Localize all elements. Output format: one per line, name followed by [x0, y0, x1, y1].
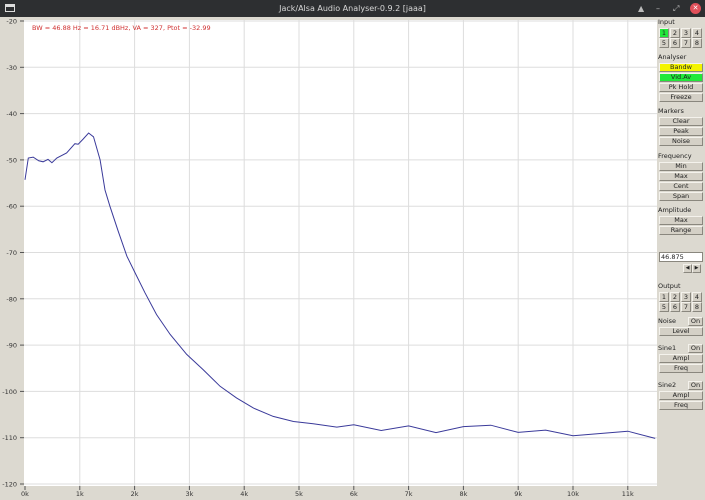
increment-arrow-icon[interactable]: ▶	[692, 264, 701, 273]
output-channel-8[interactable]: 8	[692, 302, 702, 312]
amplitude-range-button[interactable]: Range	[659, 226, 703, 235]
x-tick-label: 0k	[21, 490, 29, 498]
x-tick-label: 4k	[240, 490, 248, 498]
analyser-bandw-button[interactable]: Bandw	[659, 63, 703, 72]
x-tick-label: 10k	[567, 490, 579, 498]
input-channel-2[interactable]: 2	[670, 28, 680, 38]
y-tick-label: -70	[6, 249, 17, 257]
output-channel-6[interactable]: 6	[670, 302, 680, 312]
keep-above-icon[interactable]: ▲	[638, 3, 644, 14]
frequency-max-button[interactable]: Max	[659, 172, 703, 181]
y-tick-label: -50	[6, 156, 17, 164]
frequency-min-button[interactable]: Min	[659, 162, 703, 171]
minimize-icon[interactable]: –	[656, 3, 660, 14]
sine2-label: Sine2	[658, 381, 677, 389]
input-channel-1[interactable]: 1	[659, 28, 669, 38]
sine1-label: Sine1	[658, 344, 677, 352]
output-channel-5[interactable]: 5	[659, 302, 669, 312]
input-channel-4[interactable]: 4	[692, 28, 702, 38]
sine1-ampl-button[interactable]: Ampl	[659, 354, 703, 363]
y-tick-label: -90	[6, 342, 17, 350]
markers-noise-button[interactable]: Noise	[659, 137, 703, 146]
close-icon[interactable]: ✕	[690, 3, 701, 14]
sine2-on-button[interactable]: On	[688, 381, 703, 390]
x-tick-label: 1k	[76, 490, 84, 498]
sine1-freq-button[interactable]: Freq	[659, 364, 703, 373]
window-title: Jack/Alsa Audio Analyser-0.9.2 [jaaa]	[279, 4, 426, 13]
analyser-vid-av-button[interactable]: Vid.Av	[659, 73, 703, 82]
output-channel-3[interactable]: 3	[681, 292, 691, 302]
output-label: Output	[658, 282, 681, 290]
output-channel-2[interactable]: 2	[670, 292, 680, 302]
analyser-freeze-button[interactable]: Freeze	[659, 93, 703, 102]
output-channel-4[interactable]: 4	[692, 292, 702, 302]
frequency-label: Frequency	[658, 152, 692, 160]
app-menu-icon[interactable]	[5, 4, 15, 12]
output-channel-1[interactable]: 1	[659, 292, 669, 302]
input-label: Input	[658, 18, 675, 26]
input-channel-6[interactable]: 6	[670, 38, 680, 48]
markers-clear-button[interactable]: Clear	[659, 117, 703, 126]
amplitude-max-button[interactable]: Max	[659, 216, 703, 225]
sine1-on-button[interactable]: On	[688, 344, 703, 353]
y-tick-label: -100	[2, 388, 17, 396]
x-tick-label: 2k	[131, 490, 139, 498]
x-tick-label: 9k	[514, 490, 522, 498]
y-tick-label: -40	[6, 110, 17, 118]
x-tick-label: 11k	[622, 490, 634, 498]
y-tick-label: -30	[6, 64, 17, 72]
y-tick-label: -120	[2, 481, 17, 489]
x-tick-label: 3k	[185, 490, 193, 498]
decrement-arrow-icon[interactable]: ◀	[683, 264, 692, 273]
input-channel-5[interactable]: 5	[659, 38, 669, 48]
maximize-icon[interactable]: ⤢	[673, 3, 679, 14]
analyser-pk-hold-button[interactable]: Pk Hold	[659, 83, 703, 92]
control-panel: Input12345678AnalyserBandwVid.AvPk HoldF…	[657, 17, 705, 500]
measurement-readout: BW = 46.88 Hz = 16.71 dBHz, VA = 327, Pt…	[32, 24, 211, 32]
frequency-cent-button[interactable]: Cent	[659, 182, 703, 191]
value-input[interactable]	[659, 252, 703, 262]
frequency-span-button[interactable]: Span	[659, 192, 703, 201]
amplitude-label: Amplitude	[658, 206, 692, 214]
markers-peak-button[interactable]: Peak	[659, 127, 703, 136]
title-bar: Jack/Alsa Audio Analyser-0.9.2 [jaaa] ▲ …	[0, 0, 705, 17]
input-channel-3[interactable]: 3	[681, 28, 691, 38]
x-tick-label: 6k	[350, 490, 358, 498]
spectrum-plot[interactable]: -20 -30 -40 -50 -60 -70 -80 -90 -100 -110 -120 0k 1k…	[0, 17, 657, 500]
x-tick-label: 8k	[459, 490, 467, 498]
noise-level-button[interactable]: Level	[659, 327, 703, 336]
x-tick-label: 7k	[405, 490, 413, 498]
y-tick-label: -80	[6, 295, 17, 303]
markers-label: Markers	[658, 107, 684, 115]
noise-label: Noise	[658, 317, 677, 325]
input-channel-7[interactable]: 7	[681, 38, 691, 48]
noise-on-button[interactable]: On	[688, 317, 703, 326]
y-tick-label: -20	[6, 18, 17, 26]
sine2-ampl-button[interactable]: Ampl	[659, 391, 703, 400]
sine2-freq-button[interactable]: Freq	[659, 401, 703, 410]
output-channel-7[interactable]: 7	[681, 302, 691, 312]
x-tick-label: 5k	[295, 490, 303, 498]
y-tick-label: -110	[2, 434, 17, 442]
input-channel-8[interactable]: 8	[692, 38, 702, 48]
analyser-label: Analyser	[658, 53, 687, 61]
y-tick-label: -60	[6, 203, 17, 211]
